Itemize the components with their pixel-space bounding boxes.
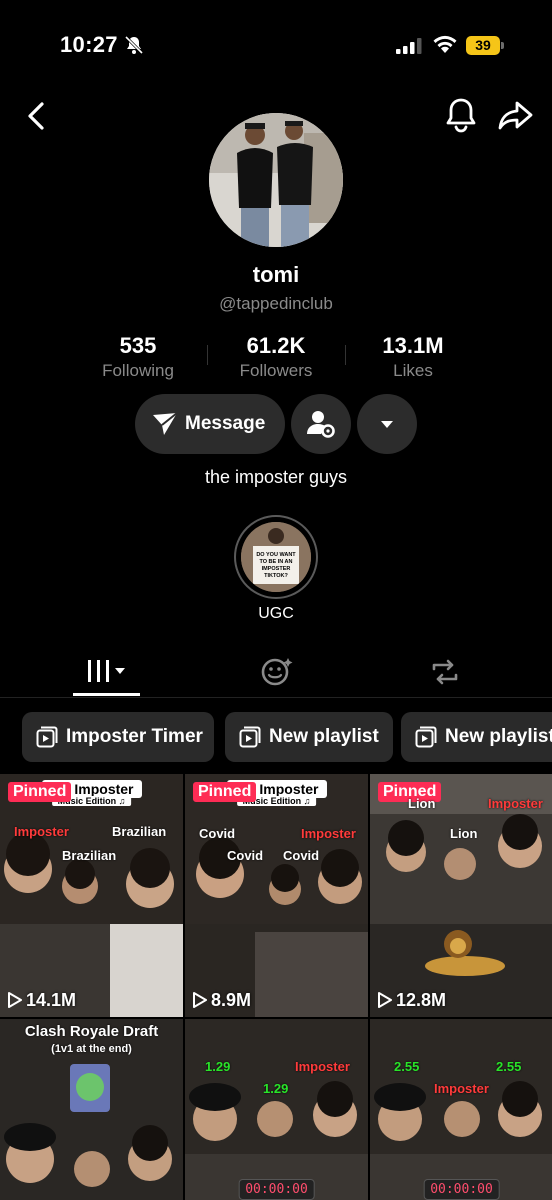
video-thumbnail[interactable]: 2.55 2.55 Imposter 00:00:00 (370, 1019, 552, 1200)
wifi-icon (433, 35, 457, 53)
status-bar: 10:27 39 (0, 0, 552, 90)
highlight-label: UGC (258, 605, 294, 622)
content-tabs (0, 648, 552, 698)
stat-following[interactable]: 535 Following (68, 333, 208, 381)
overlay-tag: 1.29 (263, 1081, 289, 1096)
caret-down-icon (381, 421, 393, 428)
bell-muted-icon (124, 35, 144, 55)
share-button[interactable] (496, 98, 534, 134)
timer-display: 00:00:00 (423, 1179, 500, 1200)
video-thumbnail[interactable]: the Imposter Music Edition ♫ Pinned Impo… (0, 774, 183, 1017)
tab-videos-grid[interactable] (80, 648, 132, 698)
overlay-tag: Imposter (434, 1081, 489, 1096)
overlay-tag: Imposter (295, 1059, 350, 1074)
video-grid: the Imposter Music Edition ♫ Pinned Impo… (0, 774, 552, 1200)
battery-icon: 39 (466, 36, 504, 56)
view-count: 12.8M (378, 990, 446, 1011)
view-count: 14.1M (8, 990, 76, 1011)
svg-text:DO YOU WANT: DO YOU WANT (256, 552, 296, 558)
battery-level: 39 (466, 36, 500, 55)
playlist-new-2[interactable]: New playlist (401, 712, 552, 762)
overlay-tag: Imposter (488, 796, 543, 811)
view-count-value: 14.1M (26, 990, 77, 1010)
pinned-badge: Pinned (8, 782, 72, 802)
overlay-tag: Brazilian (112, 824, 167, 839)
overlay-tag: Imposter (14, 824, 69, 839)
playlist-icon (36, 726, 58, 748)
likes-count: 13.1M (382, 333, 444, 358)
pinned-badge: Pinned (193, 782, 257, 802)
notification-bell-button[interactable] (444, 96, 478, 134)
svg-text:TO BE IN AN: TO BE IN AN (259, 559, 292, 565)
playlist-icon (415, 726, 437, 748)
overlay-tag: 2.55 (496, 1059, 522, 1074)
profile-stats: 535 Following 61.2K Followers 13.1M Like… (0, 333, 552, 383)
follow-settings-button[interactable] (291, 394, 351, 454)
overlay-tag: Brazilian (62, 848, 117, 863)
overlay-tag: Covid (283, 848, 320, 863)
svg-text:TIKTOK?: TIKTOK? (264, 573, 288, 579)
user-settings-icon (307, 411, 335, 438)
followers-count: 61.2K (246, 333, 306, 358)
username: @tappedinclub (219, 294, 333, 313)
video-frame (0, 774, 183, 1017)
following-label: Following (102, 361, 174, 380)
video-title: Clash Royale Draft (24, 1023, 159, 1040)
view-count-value: 12.8M (396, 990, 447, 1010)
send-icon (153, 412, 178, 435)
video-frame (185, 774, 368, 1017)
message-button-label: Message (185, 413, 266, 434)
profile-bio: the imposter guys (204, 467, 348, 487)
highlight-ugc[interactable]: DO YOU WANT TO BE IN AN IMPOSTER TIKTOK? (234, 515, 318, 599)
overlay-tag: Covid (227, 848, 264, 863)
stat-followers[interactable]: 61.2K Followers (206, 333, 346, 381)
followers-label: Followers (239, 361, 313, 380)
overlay-tag: 1.29 (205, 1059, 231, 1074)
more-options-button[interactable] (357, 394, 417, 454)
back-button[interactable] (20, 98, 52, 134)
status-time: 10:27 (60, 32, 118, 57)
view-count-value: 8.9M (211, 990, 252, 1010)
overlay-tag: 2.55 (394, 1059, 420, 1074)
likes-label: Likes (393, 361, 433, 380)
video-thumbnail[interactable]: the Imposter Music Edition ♫ Pinned Covi… (185, 774, 368, 1017)
playlist-icon (239, 726, 261, 748)
video-thumbnail[interactable]: 1.29 Imposter 1.29 00:00:00 (185, 1019, 368, 1200)
highlight-thumbnail: DO YOU WANT TO BE IN AN IMPOSTER TIKTOK? (241, 522, 311, 592)
avatar-photo (209, 113, 343, 247)
playlist-row: Imposter Timer New playlist New playlist (0, 712, 552, 762)
following-count: 535 (119, 333, 157, 358)
cellular-signal-icon (396, 38, 422, 54)
view-count: 8.9M (193, 990, 251, 1011)
video-thumbnail[interactable]: Clash Royale Draft (1v1 at the end) (0, 1019, 183, 1200)
stat-likes[interactable]: 13.1M Likes (343, 333, 483, 381)
playlist-new-1[interactable]: New playlist (225, 712, 393, 762)
play-icon (378, 992, 392, 1008)
profile-avatar[interactable] (209, 113, 343, 247)
overlay-tag: Imposter (301, 826, 356, 841)
video-frame (370, 1019, 552, 1200)
playlist-label: New playlist (269, 726, 379, 747)
tab-reposts-face[interactable] (254, 648, 300, 698)
video-frame (185, 1019, 368, 1200)
active-tab-indicator (73, 693, 140, 696)
svg-text:IMPOSTER: IMPOSTER (262, 566, 291, 572)
play-icon (193, 992, 207, 1008)
overlay-tag: Covid (199, 826, 236, 841)
tab-repost-icon[interactable] (422, 648, 468, 698)
display-name: tomi (252, 262, 300, 287)
playlist-label: New playlist (445, 726, 552, 747)
video-thumbnail[interactable]: Pinned Lion Imposter Lion 12.8M (370, 774, 552, 1017)
play-icon (8, 992, 22, 1008)
video-subtitle: (1v1 at the end) (51, 1043, 132, 1055)
overlay-tag: Lion (408, 796, 436, 811)
overlay-tag: Lion (450, 826, 478, 841)
timer-display: 00:00:00 (238, 1179, 315, 1200)
playlist-label: Imposter Timer (66, 726, 203, 747)
playlist-imposter-timer[interactable]: Imposter Timer (22, 712, 214, 762)
message-button[interactable]: Message (135, 394, 285, 454)
